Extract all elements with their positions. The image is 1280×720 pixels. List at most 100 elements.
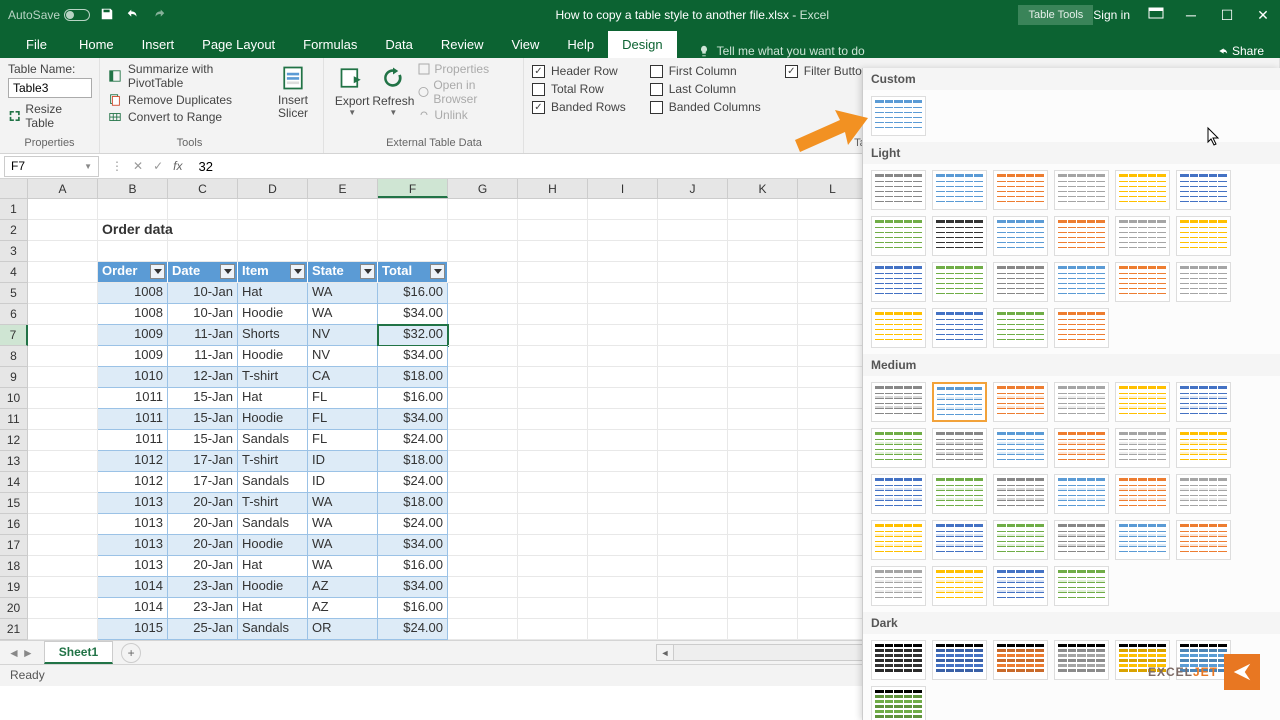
table-style-swatch[interactable] (932, 520, 987, 560)
table-style-swatch[interactable] (993, 216, 1048, 256)
redo-icon[interactable] (152, 7, 166, 24)
table-style-swatch[interactable] (1176, 382, 1231, 422)
ribbon-tab-page-layout[interactable]: Page Layout (188, 31, 289, 58)
table-style-swatch[interactable] (1054, 262, 1109, 302)
undo-icon[interactable] (126, 7, 140, 24)
table-style-swatch[interactable] (993, 520, 1048, 560)
table-style-swatch[interactable] (1115, 428, 1170, 468)
table-style-swatch[interactable] (1054, 520, 1109, 560)
remove-duplicates-button[interactable]: Remove Duplicates (108, 93, 271, 107)
table-style-swatch[interactable] (1115, 520, 1170, 560)
add-sheet-button[interactable]: + (121, 643, 141, 663)
ribbon-tab-formulas[interactable]: Formulas (289, 31, 371, 58)
table-style-swatch[interactable] (1115, 216, 1170, 256)
table-style-swatch[interactable] (932, 640, 987, 680)
table-style-swatch[interactable] (871, 308, 926, 348)
share-button[interactable]: Share (1214, 44, 1264, 58)
ribbon-tab-data[interactable]: Data (371, 31, 426, 58)
ribbon-tab-insert[interactable]: Insert (128, 31, 189, 58)
ribbon-tab-design[interactable]: Design (608, 31, 676, 58)
table-style-swatch[interactable] (1054, 640, 1109, 680)
ribbon-tab-review[interactable]: Review (427, 31, 498, 58)
table-style-swatch[interactable] (993, 428, 1048, 468)
table-style-swatch[interactable] (932, 262, 987, 302)
table-style-swatch[interactable] (871, 566, 926, 606)
table-style-swatch[interactable] (1054, 428, 1109, 468)
table-style-swatch[interactable] (871, 686, 926, 720)
table-style-swatch[interactable] (1115, 382, 1170, 422)
filter-button-checkbox[interactable]: ✓Filter Button (785, 64, 869, 78)
table-style-swatch[interactable] (871, 474, 926, 514)
fx-icon[interactable]: fx (173, 159, 182, 173)
table-style-swatch[interactable] (932, 170, 987, 210)
ribbon-tab-file[interactable]: File (12, 31, 61, 58)
maximize-button[interactable]: ☐ (1218, 7, 1236, 24)
header-row-checkbox[interactable]: ✓Header Row (532, 64, 626, 78)
table-style-swatch[interactable] (1115, 262, 1170, 302)
sign-in-link[interactable]: Sign in (1093, 8, 1130, 22)
sheet-nav-arrows[interactable]: ◄► (8, 646, 34, 660)
tell-me-search[interactable]: Tell me what you want to do (697, 44, 865, 58)
table-style-swatch[interactable] (1176, 428, 1231, 468)
cells-grid[interactable]: Order dataOrderDateItemStateTotal100810-… (28, 199, 868, 640)
first-column-checkbox[interactable]: First Column (650, 64, 761, 78)
table-style-swatch[interactable] (1054, 382, 1109, 422)
table-style-swatch[interactable] (1176, 216, 1231, 256)
cancel-formula-icon[interactable]: ✕ (133, 159, 143, 173)
table-style-swatch[interactable] (1054, 216, 1109, 256)
table-style-swatch[interactable] (932, 308, 987, 348)
ribbon-tab-view[interactable]: View (497, 31, 553, 58)
table-style-swatch[interactable] (1054, 566, 1109, 606)
table-style-swatch[interactable] (1115, 170, 1170, 210)
table-style-swatch[interactable] (932, 428, 987, 468)
table-style-swatch[interactable] (993, 308, 1048, 348)
table-style-swatch[interactable] (932, 474, 987, 514)
table-style-swatch[interactable] (932, 382, 987, 422)
table-style-swatch[interactable] (871, 262, 926, 302)
ribbon-tab-home[interactable]: Home (65, 31, 128, 58)
table-style-swatch[interactable] (993, 382, 1048, 422)
summarize-pivot-button[interactable]: Summarize with PivotTable (108, 62, 271, 90)
insert-slicer-button[interactable]: InsertSlicer (271, 62, 315, 151)
table-style-swatch[interactable] (1054, 308, 1109, 348)
ribbon-mode-icon[interactable] (1148, 7, 1164, 24)
total-row-checkbox[interactable]: Total Row (532, 82, 626, 96)
table-style-swatch[interactable] (932, 216, 987, 256)
minimize-button[interactable]: ─ (1182, 7, 1200, 24)
close-button[interactable]: ✕ (1254, 7, 1272, 24)
last-column-checkbox[interactable]: Last Column (650, 82, 761, 96)
table-style-swatch[interactable] (1176, 262, 1231, 302)
table-style-swatch[interactable] (1176, 474, 1231, 514)
table-style-swatch[interactable] (932, 566, 987, 606)
group-label-external: External Table Data (344, 137, 524, 151)
table-style-swatch[interactable] (993, 170, 1048, 210)
banded-rows-checkbox[interactable]: ✓Banded Rows (532, 100, 626, 114)
table-style-swatch[interactable] (871, 216, 926, 256)
name-box[interactable]: F7▼ (4, 156, 99, 177)
table-style-swatch[interactable] (993, 640, 1048, 680)
table-style-swatch[interactable] (1176, 170, 1231, 210)
ribbon-tab-help[interactable]: Help (553, 31, 608, 58)
row-headers[interactable]: 123456789101112131415161718192021 (0, 199, 28, 640)
resize-table-button[interactable]: Resize Table (8, 102, 91, 130)
banded-columns-checkbox[interactable]: Banded Columns (650, 100, 761, 114)
table-style-swatch[interactable] (993, 566, 1048, 606)
table-style-swatch[interactable] (993, 474, 1048, 514)
table-style-swatch[interactable] (871, 382, 926, 422)
table-style-swatch[interactable] (1054, 170, 1109, 210)
table-style-swatch[interactable] (1115, 474, 1170, 514)
convert-range-button[interactable]: Convert to Range (108, 110, 271, 124)
table-style-swatch[interactable] (871, 640, 926, 680)
table-name-input[interactable] (8, 78, 92, 98)
enter-formula-icon[interactable]: ✓ (153, 159, 163, 173)
table-style-swatch[interactable] (1176, 520, 1231, 560)
table-style-swatch[interactable] (871, 96, 926, 136)
table-style-swatch[interactable] (871, 428, 926, 468)
table-style-swatch[interactable] (993, 262, 1048, 302)
autosave-toggle[interactable]: AutoSave (8, 8, 90, 22)
sheet-tab[interactable]: Sheet1 (44, 641, 113, 664)
save-icon[interactable] (100, 7, 114, 24)
table-style-swatch[interactable] (1054, 474, 1109, 514)
table-style-swatch[interactable] (871, 170, 926, 210)
table-style-swatch[interactable] (871, 520, 926, 560)
